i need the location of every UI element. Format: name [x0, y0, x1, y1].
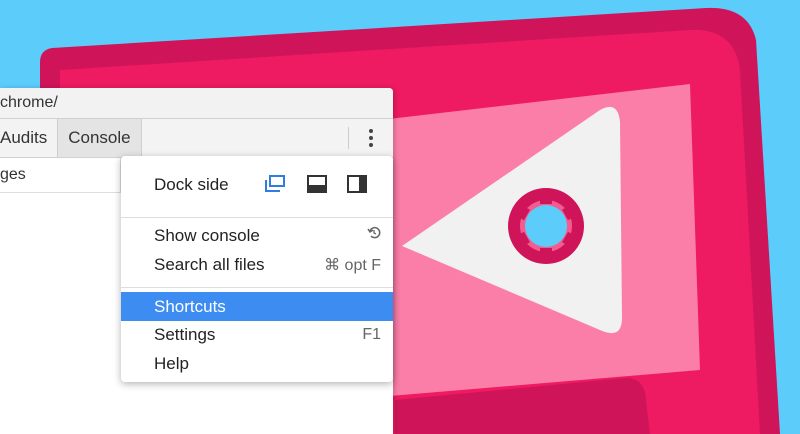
menu-divider — [121, 217, 393, 218]
menu-item-shortcut: F1 — [362, 325, 381, 343]
menu-item-label: Settings — [154, 324, 216, 344]
restore-icon — [367, 226, 381, 245]
tab-console[interactable]: Console — [57, 119, 142, 157]
menu-item-help[interactable]: Help — [121, 349, 393, 378]
dock-side-label: Dock side — [154, 174, 229, 194]
devtools-tab-bar: Audits Console — [0, 119, 393, 158]
menu-item-shortcut: ⌘ opt F — [324, 256, 381, 274]
menu-item-shortcuts[interactable]: Shortcuts — [121, 292, 393, 321]
menu-item-label: Shortcuts — [154, 296, 226, 316]
url-bar[interactable]: chrome/ — [0, 88, 393, 119]
menu-divider — [121, 287, 393, 288]
sidebar-row-label: ges — [0, 166, 26, 183]
dock-bottom-icon[interactable] — [303, 170, 331, 198]
sidebar-row[interactable]: ges — [0, 158, 121, 193]
url-text: chrome/ — [0, 94, 58, 111]
tab-bar-divider — [348, 127, 349, 149]
tab-audits[interactable]: Audits — [0, 119, 57, 157]
gear-logo-icon — [508, 188, 584, 264]
menu-item-show-console[interactable]: Show console — [121, 221, 393, 250]
menu-item-label: Help — [154, 353, 189, 373]
menu-item-search-all-files[interactable]: Search all files ⌘ opt F — [121, 250, 393, 279]
menu-item-label: Search all files — [154, 254, 265, 274]
undock-icon[interactable] — [261, 170, 289, 198]
kebab-icon[interactable] — [363, 125, 379, 151]
dock-right-icon[interactable] — [343, 170, 371, 198]
dock-side-row: Dock side — [121, 170, 393, 199]
menu-item-settings[interactable]: Settings F1 — [121, 320, 393, 349]
customize-devtools-menu: Dock side Show console Search all files … — [121, 156, 393, 382]
menu-item-label: Show console — [154, 225, 260, 245]
